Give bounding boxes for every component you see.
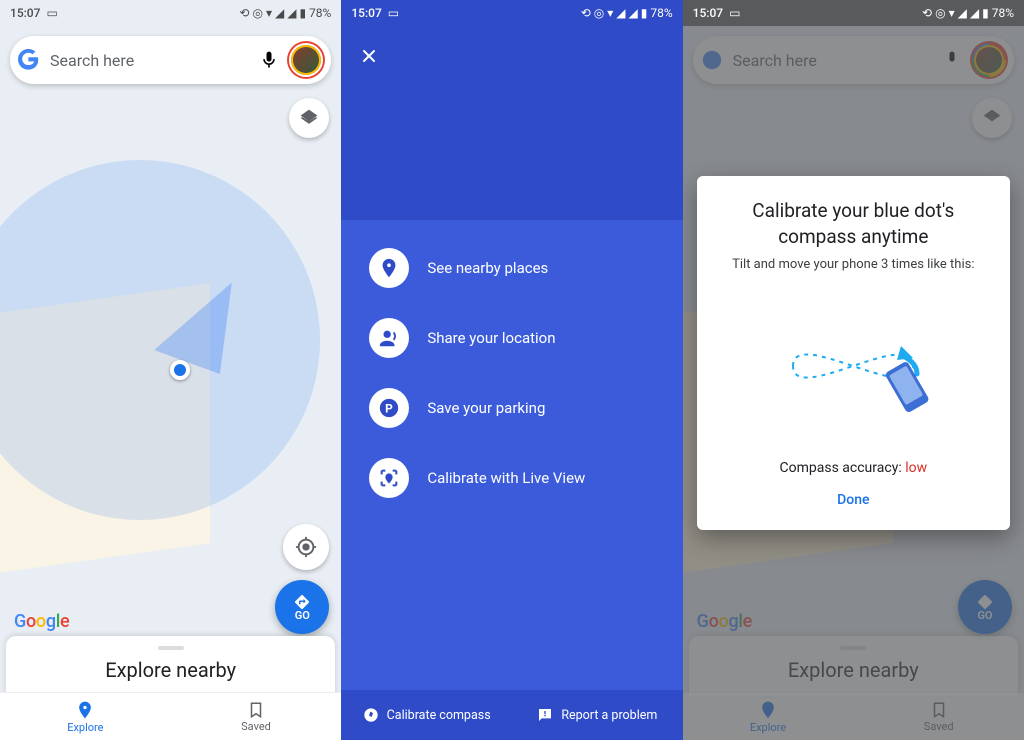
footer-label: Report a problem xyxy=(561,708,657,723)
notification-icon: ▭ xyxy=(388,6,399,20)
vpn-icon: ⟲ xyxy=(581,6,591,20)
profile-avatar[interactable] xyxy=(289,43,323,77)
search-placeholder: Search here xyxy=(50,51,249,70)
status-time: 15:07 xyxy=(693,6,723,20)
status-time: 15:07 xyxy=(351,6,381,20)
signal-icon: ◢ xyxy=(958,6,967,20)
battery-percent: 78% xyxy=(992,6,1014,20)
battery-icon: ▮ xyxy=(641,6,648,20)
signal-icon: ◢ xyxy=(629,6,638,20)
vpn-icon: ⟲ xyxy=(922,6,932,20)
explore-sheet[interactable]: Explore nearby xyxy=(6,636,335,696)
pin-target-icon xyxy=(369,248,409,288)
vpn-icon: ⟲ xyxy=(239,6,249,20)
action-label: Share your location xyxy=(427,329,555,347)
battery-icon: ▮ xyxy=(299,6,306,20)
bottom-nav: Explore Saved xyxy=(0,692,341,740)
sheet-header-area xyxy=(341,0,682,220)
footer-label: Calibrate compass xyxy=(387,708,491,723)
signal-icon: ◢ xyxy=(275,6,284,20)
compass-accuracy: Compass accuracy: low xyxy=(715,460,992,476)
action-share-location[interactable]: Share your location xyxy=(369,318,662,358)
location-icon: ◎ xyxy=(252,6,262,20)
my-location-button[interactable] xyxy=(283,524,329,570)
signal-icon: ◢ xyxy=(970,6,979,20)
go-label: GO xyxy=(295,609,310,622)
location-icon: ◎ xyxy=(935,6,945,20)
search-bar[interactable]: Search here xyxy=(10,36,331,84)
done-button[interactable]: Done xyxy=(831,486,875,514)
sheet-handle[interactable] xyxy=(158,646,184,650)
pin-icon xyxy=(75,700,95,720)
blue-dot[interactable] xyxy=(170,360,190,380)
action-save-parking[interactable]: P Save your parking xyxy=(369,388,662,428)
google-watermark: Google xyxy=(14,611,69,632)
liveview-icon xyxy=(369,458,409,498)
battery-percent: 78% xyxy=(650,6,672,20)
bookmark-icon xyxy=(247,701,265,719)
status-bar: 15:07 ▭ ⟲ ◎ ▾ ◢ ◢ ▮ 78% xyxy=(683,0,1024,26)
calibrate-modal: Calibrate your blue dot's compass anytim… xyxy=(697,176,1010,530)
battery-icon: ▮ xyxy=(982,6,989,20)
location-icon: ◎ xyxy=(594,6,604,20)
nav-saved[interactable]: Saved xyxy=(171,693,342,740)
modal-title: Calibrate your blue dot's compass anytim… xyxy=(715,198,992,249)
blue-dot-sheet: 15:07 ▭ ⟲ ◎ ▾ ◢ ◢ ▮ 78% See nearby place… xyxy=(341,0,682,740)
status-bar: 15:07 ▭ ⟲ ◎ ▾ ◢ ◢ ▮ 78% xyxy=(341,0,682,26)
action-list: See nearby places Share your location P … xyxy=(369,248,662,498)
compass-icon xyxy=(363,707,379,723)
action-label: See nearby places xyxy=(427,259,548,277)
signal-icon: ◢ xyxy=(616,6,625,20)
accuracy-value: low xyxy=(905,460,927,476)
parking-icon: P xyxy=(369,388,409,428)
sheet-footer: Calibrate compass Report a problem xyxy=(341,690,682,740)
report-problem-button[interactable]: Report a problem xyxy=(512,690,683,740)
notification-icon: ▭ xyxy=(729,6,740,20)
layers-icon xyxy=(299,108,319,128)
modal-subtitle: Tilt and move your phone 3 times like th… xyxy=(715,257,992,272)
nav-label: Explore xyxy=(67,721,103,734)
calibrate-compass-button[interactable]: Calibrate compass xyxy=(341,690,512,740)
google-logo-icon xyxy=(18,49,40,71)
action-calibrate-liveview[interactable]: Calibrate with Live View xyxy=(369,458,662,498)
person-share-icon xyxy=(369,318,409,358)
notification-icon: ▭ xyxy=(46,6,57,20)
close-icon xyxy=(359,46,379,66)
map-screen: 15:07 ▭ ⟲ ◎ ▾ ◢ ◢ ▮ 78% Search here GO G… xyxy=(0,0,341,740)
svg-text:P: P xyxy=(385,402,393,416)
figure8-animation xyxy=(753,286,953,446)
status-bar: 15:07 ▭ ⟲ ◎ ▾ ◢ ◢ ▮ 78% xyxy=(0,0,341,26)
signal-icon: ◢ xyxy=(287,6,296,20)
go-button[interactable]: GO xyxy=(275,580,329,634)
wifi-icon: ▾ xyxy=(607,6,613,20)
nav-label: Saved xyxy=(241,720,271,733)
status-time: 15:07 xyxy=(10,6,40,20)
action-see-nearby[interactable]: See nearby places xyxy=(369,248,662,288)
sheet-title: Explore nearby xyxy=(6,658,335,682)
wifi-icon: ▾ xyxy=(266,6,272,20)
wifi-icon: ▾ xyxy=(949,6,955,20)
mic-icon[interactable] xyxy=(259,50,279,70)
close-button[interactable] xyxy=(359,46,379,72)
feedback-icon xyxy=(537,707,553,723)
calibrate-modal-screen: Search here GO Google Explore nearby Exp… xyxy=(683,0,1024,740)
nav-explore[interactable]: Explore xyxy=(0,693,171,740)
crosshair-icon xyxy=(295,536,317,558)
battery-percent: 78% xyxy=(309,6,331,20)
action-label: Calibrate with Live View xyxy=(427,469,585,487)
action-label: Save your parking xyxy=(427,399,545,417)
